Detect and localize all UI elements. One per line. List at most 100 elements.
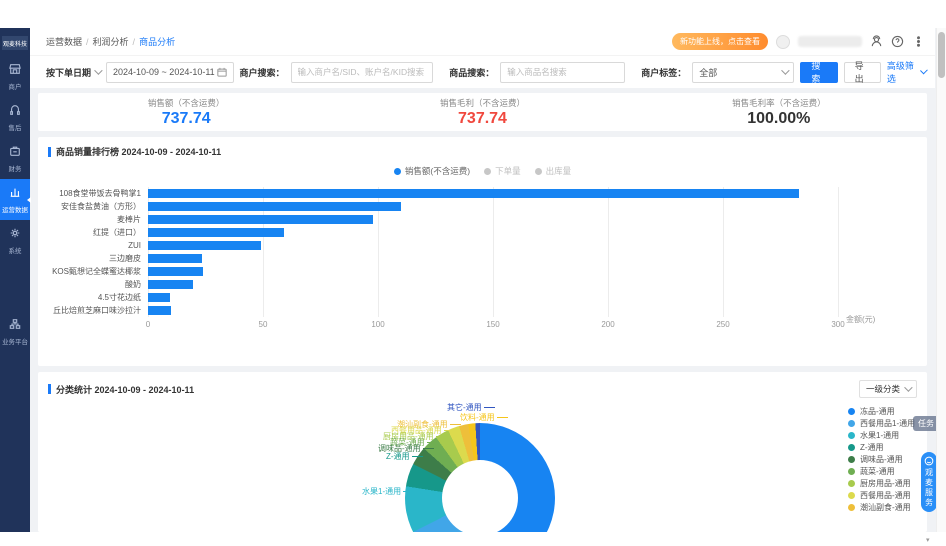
sidebar-item-business-platform[interactable]: 业务平台 <box>0 311 30 352</box>
chevron-down-icon <box>94 66 103 75</box>
export-button[interactable]: 导出 <box>843 61 881 84</box>
bar[interactable] <box>148 202 401 211</box>
pie-legend-item[interactable]: 调味品-通用 <box>848 453 915 465</box>
date-range-picker[interactable]: 2024-10-09 ~ 2024-10-11 <box>106 61 234 83</box>
headset-icon <box>9 103 21 121</box>
sidebar-item-label: 运营数据 <box>2 207 28 214</box>
sidebar-item-finance[interactable]: 财务 <box>0 138 30 179</box>
smiley-icon <box>924 456 934 466</box>
callout-text: Z-通用 <box>386 452 410 461</box>
category-level-select[interactable]: 一级分类 <box>858 380 917 398</box>
breadcrumb-item[interactable]: 运营数据 <box>46 35 82 48</box>
bar[interactable] <box>148 306 171 315</box>
merchant-tag-select[interactable]: 全部 <box>692 61 795 83</box>
sidebar-item-system[interactable]: 系统 <box>0 220 30 261</box>
kpi-stats-card: 销售额（不含运费） 737.74 销售毛利（不含运费） 737.74 销售毛利率… <box>38 93 927 131</box>
bar-category-label: 酸奶 <box>125 280 141 289</box>
bar-track <box>148 215 838 224</box>
username-redacted <box>798 36 862 47</box>
legend-dot <box>848 479 855 487</box>
bar-track <box>148 293 838 302</box>
bar-row: 丘比焙煎芝麻口味沙拉汁 <box>48 304 917 317</box>
x-tick-label: 50 <box>258 320 268 329</box>
pie-legend-item[interactable]: 水果1-通用 <box>848 429 915 441</box>
legend-item[interactable]: 出库量 <box>534 165 571 177</box>
scrollbar-thumb[interactable] <box>938 32 945 78</box>
advanced-filter-toggle[interactable]: 高级筛选 <box>886 59 928 85</box>
sidebar-item-operation-data[interactable]: 运营数据 <box>0 179 31 220</box>
more-menu-icon[interactable] <box>912 35 925 48</box>
legend-label: 西餐用品-通用 <box>860 490 911 500</box>
bar-category-label: 108食堂带饭去骨鸭掌1 <box>59 189 141 198</box>
pie-legend-item[interactable]: 西餐用品-通用 <box>848 489 915 501</box>
service-floating-button[interactable]: 观麦服务 <box>921 452 937 512</box>
section-title: 分类统计 2024-10-09 - 2024-10-11 <box>56 384 195 395</box>
calendar-icon <box>216 67 227 77</box>
sidebar-item-merchant[interactable]: 商户 <box>0 56 30 97</box>
scroll-hint-icon[interactable]: ▾ <box>926 536 930 544</box>
pie-legend-item[interactable]: 西餐用品1-通用 <box>848 417 915 429</box>
search-button[interactable]: 搜索 <box>800 61 838 84</box>
gear-icon <box>9 226 21 244</box>
advanced-filter-label: 高级筛选 <box>886 61 914 84</box>
legend-dot <box>534 167 542 175</box>
pie-legend-item[interactable]: 厨房用品-通用 <box>848 477 915 489</box>
service-widget-char: 观 <box>925 468 933 477</box>
support-icon[interactable] <box>870 35 883 48</box>
donut-hole <box>442 460 518 532</box>
bar-track <box>148 202 838 211</box>
breadcrumb-current: 商品分析 <box>139 37 176 47</box>
sidebar-item-aftersale[interactable]: 售后 <box>0 97 30 138</box>
bar-rows: 108食堂带饭去骨鸭掌1 安佳食盐黄油（方形） 麦棒片 红提（进口） ZUI 三边磨皮 KO… <box>48 187 917 317</box>
page-scrollbar[interactable] <box>936 28 946 532</box>
stat-value: 737.74 <box>161 109 211 127</box>
pie-legend-item[interactable]: 潮汕副食-通用 <box>848 501 915 513</box>
legend-item[interactable]: 销售额(不含运费) <box>393 165 471 177</box>
legend-dot <box>848 503 855 511</box>
section-header: 商品销量排行榜 2024-10-09 - 2024-10-11 <box>38 137 927 158</box>
bar-category-label: ZUI <box>128 241 141 250</box>
filter-bar: 按下单日期 2024-10-09 ~ 2024-10-11 商户搜索： 商品搜索… <box>30 55 935 88</box>
merchant-search-input[interactable] <box>290 61 434 83</box>
legend-dot <box>848 467 855 475</box>
legend-item[interactable]: 下单量 <box>484 165 521 177</box>
bar-track <box>148 306 838 315</box>
pie-legend-item[interactable]: 蔬菜-通用 <box>848 465 915 477</box>
avatar[interactable] <box>776 34 790 49</box>
bar-category-label: 安佳食盐黄油（方形） <box>61 202 141 211</box>
date-type-label: 按下单日期 <box>46 67 92 78</box>
legend-label: 水果1-通用 <box>860 430 900 440</box>
stat-value: 100.00% <box>747 109 811 127</box>
date-type-select[interactable]: 按下单日期 <box>46 66 103 79</box>
bar[interactable] <box>148 293 170 302</box>
chevron-down-icon <box>781 66 791 75</box>
pie-legend-item[interactable]: 冻品-通用 <box>848 405 915 417</box>
bar[interactable] <box>148 189 799 198</box>
category-level-label: 一级分类 <box>865 384 900 394</box>
legend-label: 销售额(不含运费) <box>404 166 471 176</box>
legend-dot <box>848 491 855 499</box>
bar[interactable] <box>148 241 261 250</box>
legend-label: 厨房用品-通用 <box>860 478 911 488</box>
sidebar-item-label: 系统 <box>8 248 22 255</box>
product-search-input[interactable] <box>500 61 626 83</box>
merchant-tag-label: 商户标签： <box>641 67 687 78</box>
pie-legend-item[interactable]: Z-通用 <box>848 441 915 453</box>
bar[interactable] <box>148 254 202 263</box>
legend-label: Z-通用 <box>860 442 884 452</box>
bar-row: 酸奶 <box>48 278 917 291</box>
bar-chart-icon <box>9 185 21 203</box>
service-widget-char: 服 <box>925 488 933 497</box>
bar[interactable] <box>148 280 193 289</box>
bar[interactable] <box>148 215 374 224</box>
breadcrumb-item[interactable]: 利润分析 <box>93 35 129 48</box>
sidebar-item-label: 业务平台 <box>2 339 28 346</box>
new-feature-badge[interactable]: 新功能上线，点击查看 <box>672 33 768 50</box>
help-icon[interactable] <box>891 35 904 48</box>
x-tick-label: 150 <box>486 320 500 329</box>
legend-dot <box>393 167 401 175</box>
donut-callout-label: 水果1-通用 <box>362 486 415 497</box>
bar[interactable] <box>148 228 284 237</box>
bar[interactable] <box>148 267 203 276</box>
legend-label: 潮汕副食-通用 <box>860 502 911 512</box>
